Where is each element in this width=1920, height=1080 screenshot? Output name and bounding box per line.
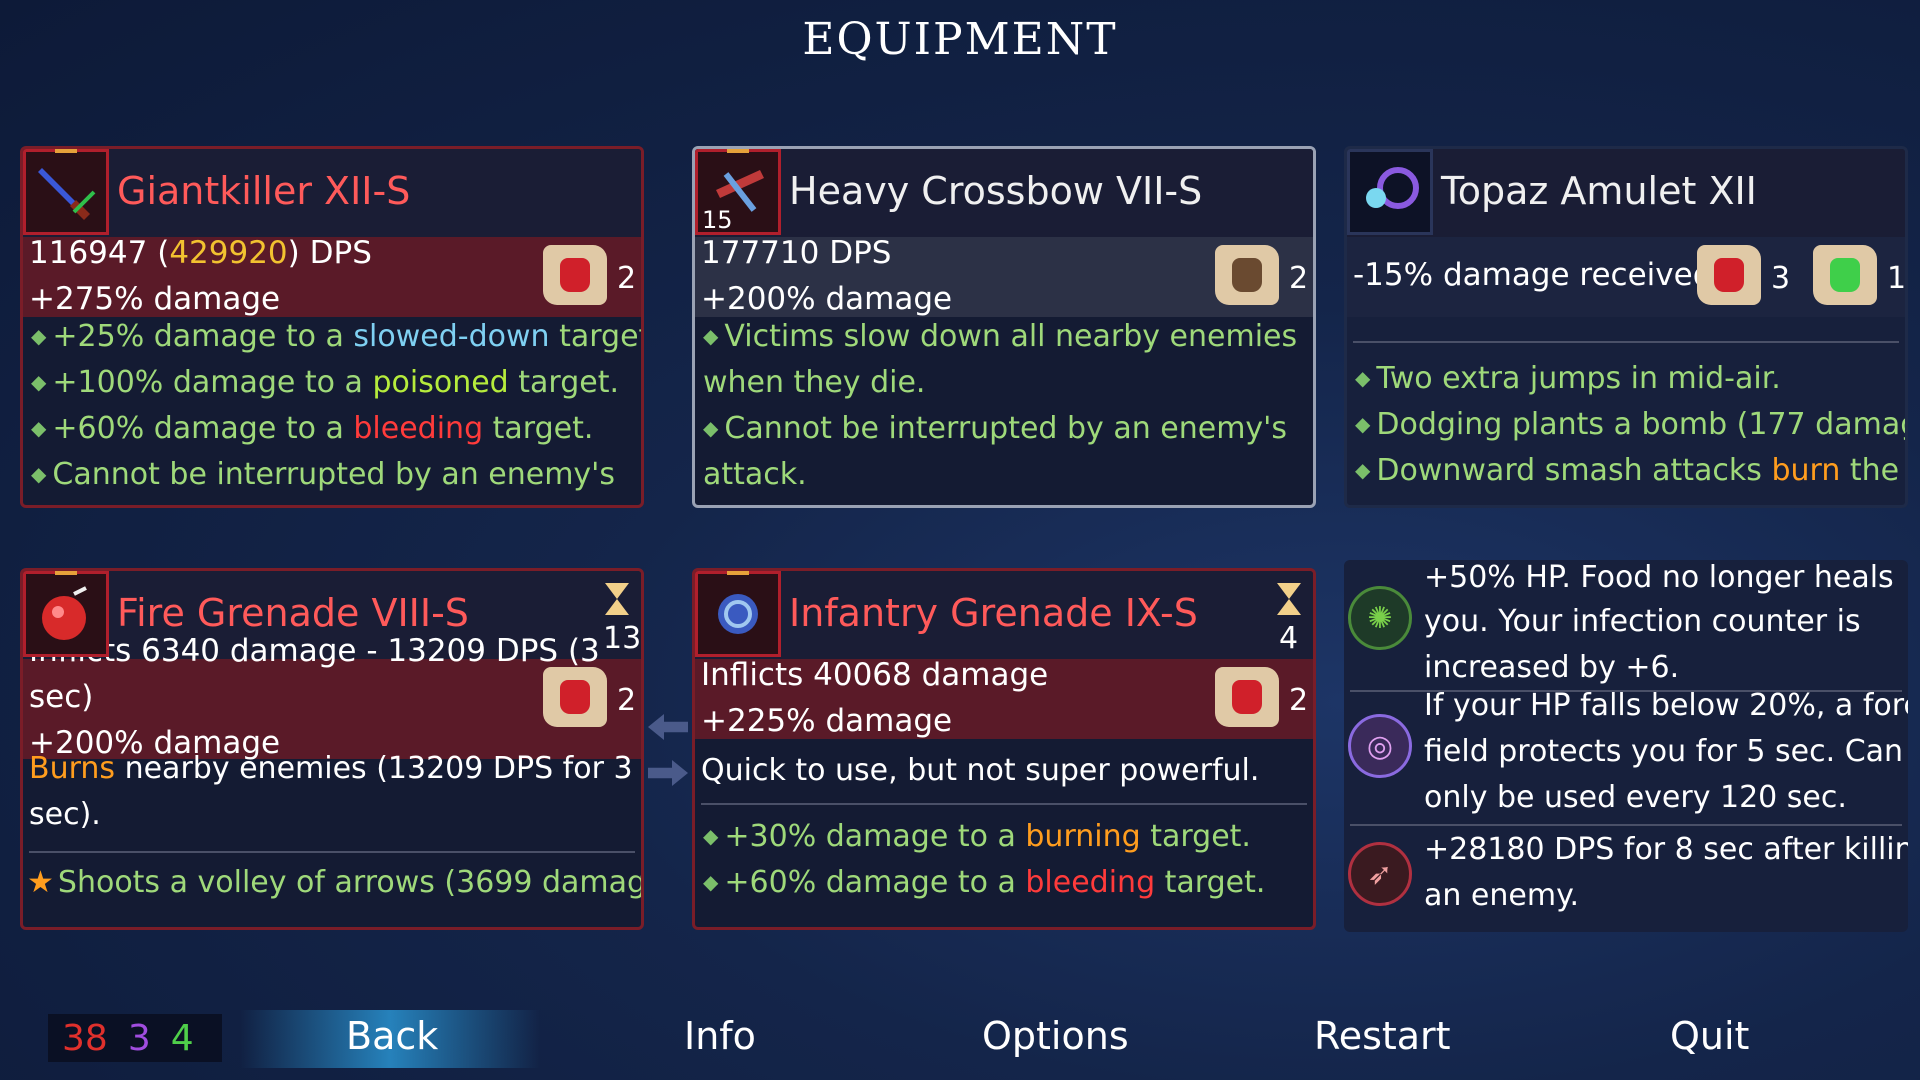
perk-line: ◆ +100% damage to a poisoned target.: [31, 365, 620, 400]
cooldown-seconds: 4: [1279, 621, 1299, 656]
item-name: Topaz Amulet XII: [1441, 169, 1757, 213]
options-button[interactable]: Options: [982, 1014, 1129, 1058]
weapon-card-giantkiller[interactable]: Giantkiller XII-S 116947 (429920) DPS +2…: [20, 146, 644, 508]
brutality-scroll-icon: [1697, 245, 1761, 305]
swap-left-arrow-icon[interactable]: [648, 714, 688, 740]
perk-line: ◆ Two extra jumps in mid-air.: [1355, 361, 1781, 396]
weapon-card-heavy-crossbow[interactable]: Heavy Crossbow VII-S 177710 DPS +200% da…: [692, 146, 1316, 508]
amulet-card[interactable]: Topaz Amulet XII -15% damage received 3 …: [1344, 146, 1908, 508]
star-icon: ★: [27, 865, 54, 900]
dps-close: ): [287, 235, 300, 271]
perk-line: attack.: [703, 457, 807, 492]
perk-line: when they die.: [703, 365, 926, 400]
dps-open: (: [157, 235, 170, 271]
brutality-scroll-icon: [543, 667, 607, 727]
brutality-scroll-icon: [1215, 667, 1279, 727]
perk-line: ◆ +60% damage to a bleeding target.: [31, 411, 594, 446]
scroll-count: 2: [1289, 683, 1309, 718]
damage-line: +200% damage: [701, 281, 953, 317]
dps-unit: DPS: [309, 235, 372, 271]
mutation-text: increased by +6.: [1424, 650, 1680, 685]
cooldown-seconds: 13: [603, 621, 642, 656]
survival-count: 4: [170, 1017, 194, 1059]
back-button[interactable]: Back: [346, 1014, 438, 1058]
skill-card-infantry-grenade[interactable]: Infantry Grenade IX-S 4 Inflicts 40068 d…: [692, 568, 1316, 930]
scroll-count: 2: [1289, 261, 1309, 296]
dps-line: 116947 (429920) DPS: [29, 235, 372, 271]
stat-line: -15% damage received: [1353, 257, 1713, 293]
tactics-count: 3: [127, 1017, 151, 1059]
brutality-scroll-icon: [543, 245, 607, 305]
infection-mutation-icon[interactable]: ✺: [1348, 586, 1412, 650]
mutation-text: only be used every 120 sec.: [1424, 780, 1847, 815]
level-badge: 15: [702, 206, 733, 234]
description-line: Burns nearby enemies (13209 DPS for 3: [29, 751, 633, 786]
perk-line: ◆ Dodging plants a bomb (177 damage): [1355, 407, 1908, 442]
force-field-mutation-icon[interactable]: ◎: [1348, 714, 1412, 778]
legendary-crown-icon: [55, 571, 77, 575]
dps-base: 116947: [29, 235, 148, 271]
perk-line: ◆ Cannot be interrupted by an enemy's: [703, 411, 1288, 446]
swap-right-arrow-icon[interactable]: [648, 760, 688, 786]
mutation-text: an enemy.: [1424, 878, 1580, 913]
giantkiller-sword-icon: [23, 149, 109, 235]
topaz-amulet-icon: [1347, 149, 1433, 235]
item-name: Infantry Grenade IX-S: [789, 591, 1198, 635]
dps-line: 177710 DPS: [701, 235, 892, 271]
mutations-panel: ✺ +50% HP. Food no longer heals you. You…: [1344, 560, 1908, 932]
mutation-text: +28180 DPS for 8 sec after killing: [1424, 832, 1908, 867]
crossbow-icon: 15: [695, 149, 781, 235]
description-line: Quick to use, but not super powerful.: [701, 753, 1260, 788]
mutation-text: you. Your infection counter is: [1424, 604, 1861, 639]
mutation-text: If your HP falls below 20%, a force: [1424, 688, 1908, 723]
scroll-count: 2: [617, 261, 637, 296]
cooldown-hourglass-icon: [605, 583, 629, 615]
fire-grenade-icon: [23, 571, 109, 657]
legendary-crown-icon: [727, 149, 749, 153]
scroll-count: 2: [617, 683, 637, 718]
skill-card-fire-grenade[interactable]: Fire Grenade VIII-S 13 Inflicts 6340 dam…: [20, 568, 644, 930]
restart-button[interactable]: Restart: [1314, 1014, 1451, 1058]
divider: [701, 803, 1307, 805]
mutation-text: field protects you for 5 sec. Can: [1424, 734, 1904, 769]
item-name: Giantkiller XII-S: [117, 169, 411, 213]
scroll-stats: 38 3 4: [48, 1014, 222, 1062]
perk-line: ◆ Victims slow down all nearby enemies: [703, 319, 1298, 354]
star-perk-line: ★ Shoots a volley of arrows (3699 damage …: [27, 865, 644, 900]
scroll-count: 1: [1887, 261, 1907, 296]
perk-line: ◆ Cannot be interrupted by an enemy's: [31, 457, 616, 492]
damage-line: +225% damage: [701, 703, 953, 739]
perk-line: ◆ +60% damage to a bleeding target.: [703, 865, 1266, 900]
cooldown-hourglass-icon: [1277, 583, 1301, 615]
scroll-count: 3: [1771, 261, 1791, 296]
perk-line: ◆ Downward smash attacks burn the: [1355, 453, 1900, 488]
survival-scroll-icon: [1813, 245, 1877, 305]
perk-line: ◆ +30% damage to a burning target.: [703, 819, 1251, 854]
item-name: Heavy Crossbow VII-S: [789, 169, 1203, 213]
mutation-text: +50% HP. Food no longer heals: [1424, 560, 1894, 595]
divider: [1353, 341, 1899, 343]
damage-line: +275% damage: [29, 281, 281, 317]
description-line: sec).: [29, 797, 101, 832]
info-button[interactable]: Info: [684, 1014, 756, 1058]
damage-info-line: sec): [29, 679, 94, 715]
infantry-grenade-icon: [695, 571, 781, 657]
page-title: EQUIPMENT: [802, 14, 1118, 65]
quit-button[interactable]: Quit: [1670, 1014, 1749, 1058]
kill-dps-mutation-icon[interactable]: ➶: [1348, 842, 1412, 906]
dps-high: 429920: [169, 235, 288, 271]
legendary-crown-icon: [55, 149, 77, 153]
legendary-crown-icon: [727, 571, 749, 575]
brutality-scroll-icon: [1215, 245, 1279, 305]
item-name: Fire Grenade VIII-S: [117, 591, 469, 635]
bottom-menu-bar: 38 3 4 Back Info Options Restart Quit: [0, 1000, 1920, 1080]
divider: [29, 851, 635, 853]
divider: [1350, 824, 1902, 826]
perk-line: ◆+25% damage to a slowed-down target.: [31, 319, 641, 354]
damage-info-line: Inflicts 6340 damage - 13209 DPS (3: [29, 633, 600, 669]
brutality-count: 38: [62, 1017, 108, 1059]
damage-info-line: Inflicts 40068 damage: [701, 657, 1049, 693]
